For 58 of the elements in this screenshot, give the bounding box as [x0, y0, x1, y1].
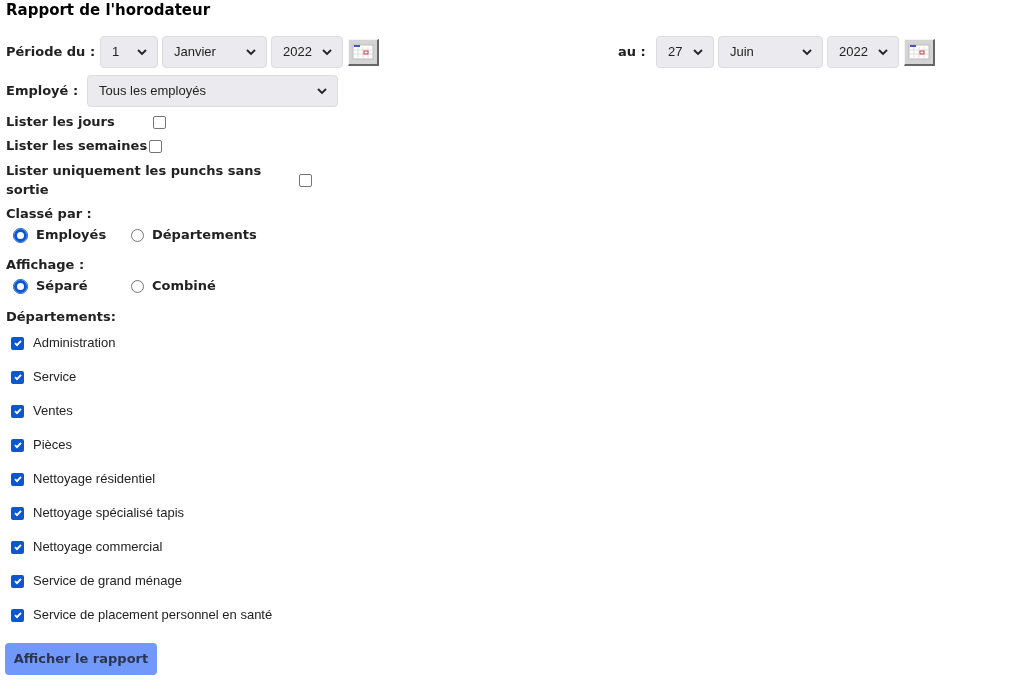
page-title: Rapport de l'horodateur [6, 0, 212, 21]
checkbox[interactable] [149, 139, 162, 153]
dropdown[interactable]: Juin [718, 36, 823, 68]
group-label: Départements: [6, 308, 117, 325]
checkbox[interactable] [11, 438, 24, 452]
dropdown[interactable]: 2022 [827, 36, 899, 68]
checkbox[interactable] [11, 404, 24, 418]
department-label: Service [33, 368, 77, 387]
chevron-icon [317, 87, 327, 95]
checkbox[interactable] [11, 506, 24, 520]
show-report-button[interactable]: Afficher le rapport [5, 643, 157, 675]
department-label: Administration [33, 334, 116, 353]
option-label: Lister uniquement les punchs sans sortie [6, 161, 263, 199]
checkbox[interactable] [11, 608, 24, 622]
chevron-icon [322, 48, 332, 56]
field-label: Période du : [6, 43, 97, 62]
dropdown[interactable]: 1 [100, 36, 158, 68]
radio-button[interactable] [14, 228, 27, 242]
radio-label: Combiné [152, 277, 216, 296]
checkbox[interactable] [11, 540, 24, 554]
department-label: Service de placement personnel en santé [33, 606, 273, 625]
calendar-button[interactable] [348, 38, 379, 66]
department-label: Nettoyage résidentiel [33, 470, 156, 489]
option-label: Lister les semaines [6, 137, 149, 156]
radio-label: Départements [152, 226, 257, 245]
calendar-icon [908, 43, 930, 60]
chevron-icon [878, 48, 888, 56]
chevron-icon [802, 48, 812, 56]
checkbox[interactable] [11, 574, 24, 588]
checkbox[interactable] [153, 115, 166, 129]
checkbox[interactable] [11, 370, 24, 384]
checkbox[interactable] [11, 472, 24, 486]
group-label: Affichage : [6, 256, 86, 273]
option-label: Lister les jours [6, 113, 116, 132]
dropdown[interactable]: 2022 [271, 36, 343, 68]
dropdown[interactable]: Janvier [162, 36, 267, 68]
department-label: Ventes [33, 402, 73, 421]
calendar-button[interactable] [904, 38, 935, 66]
radio-button[interactable] [131, 228, 144, 242]
field-label: Employé : [6, 82, 80, 101]
chevron-icon [693, 48, 703, 56]
radio-button[interactable] [131, 279, 144, 293]
department-label: Service de grand ménage [33, 572, 182, 591]
field-label: au : [618, 43, 647, 62]
radio-label: Séparé [36, 277, 88, 296]
department-label: Nettoyage commercial [33, 538, 163, 557]
dropdown[interactable]: Tous les employés [87, 75, 338, 107]
dropdown[interactable]: 27 [656, 36, 714, 68]
group-label: Classé par : [6, 205, 93, 222]
checkbox[interactable] [11, 336, 24, 350]
calendar-icon [352, 43, 374, 60]
radio-button[interactable] [14, 279, 27, 293]
department-label: Pièces [33, 436, 73, 455]
chevron-icon [246, 48, 256, 56]
checkbox[interactable] [299, 173, 312, 187]
chevron-icon [137, 48, 147, 56]
department-label: Nettoyage spécialisé tapis [33, 504, 185, 523]
radio-label: Employés [36, 226, 107, 245]
